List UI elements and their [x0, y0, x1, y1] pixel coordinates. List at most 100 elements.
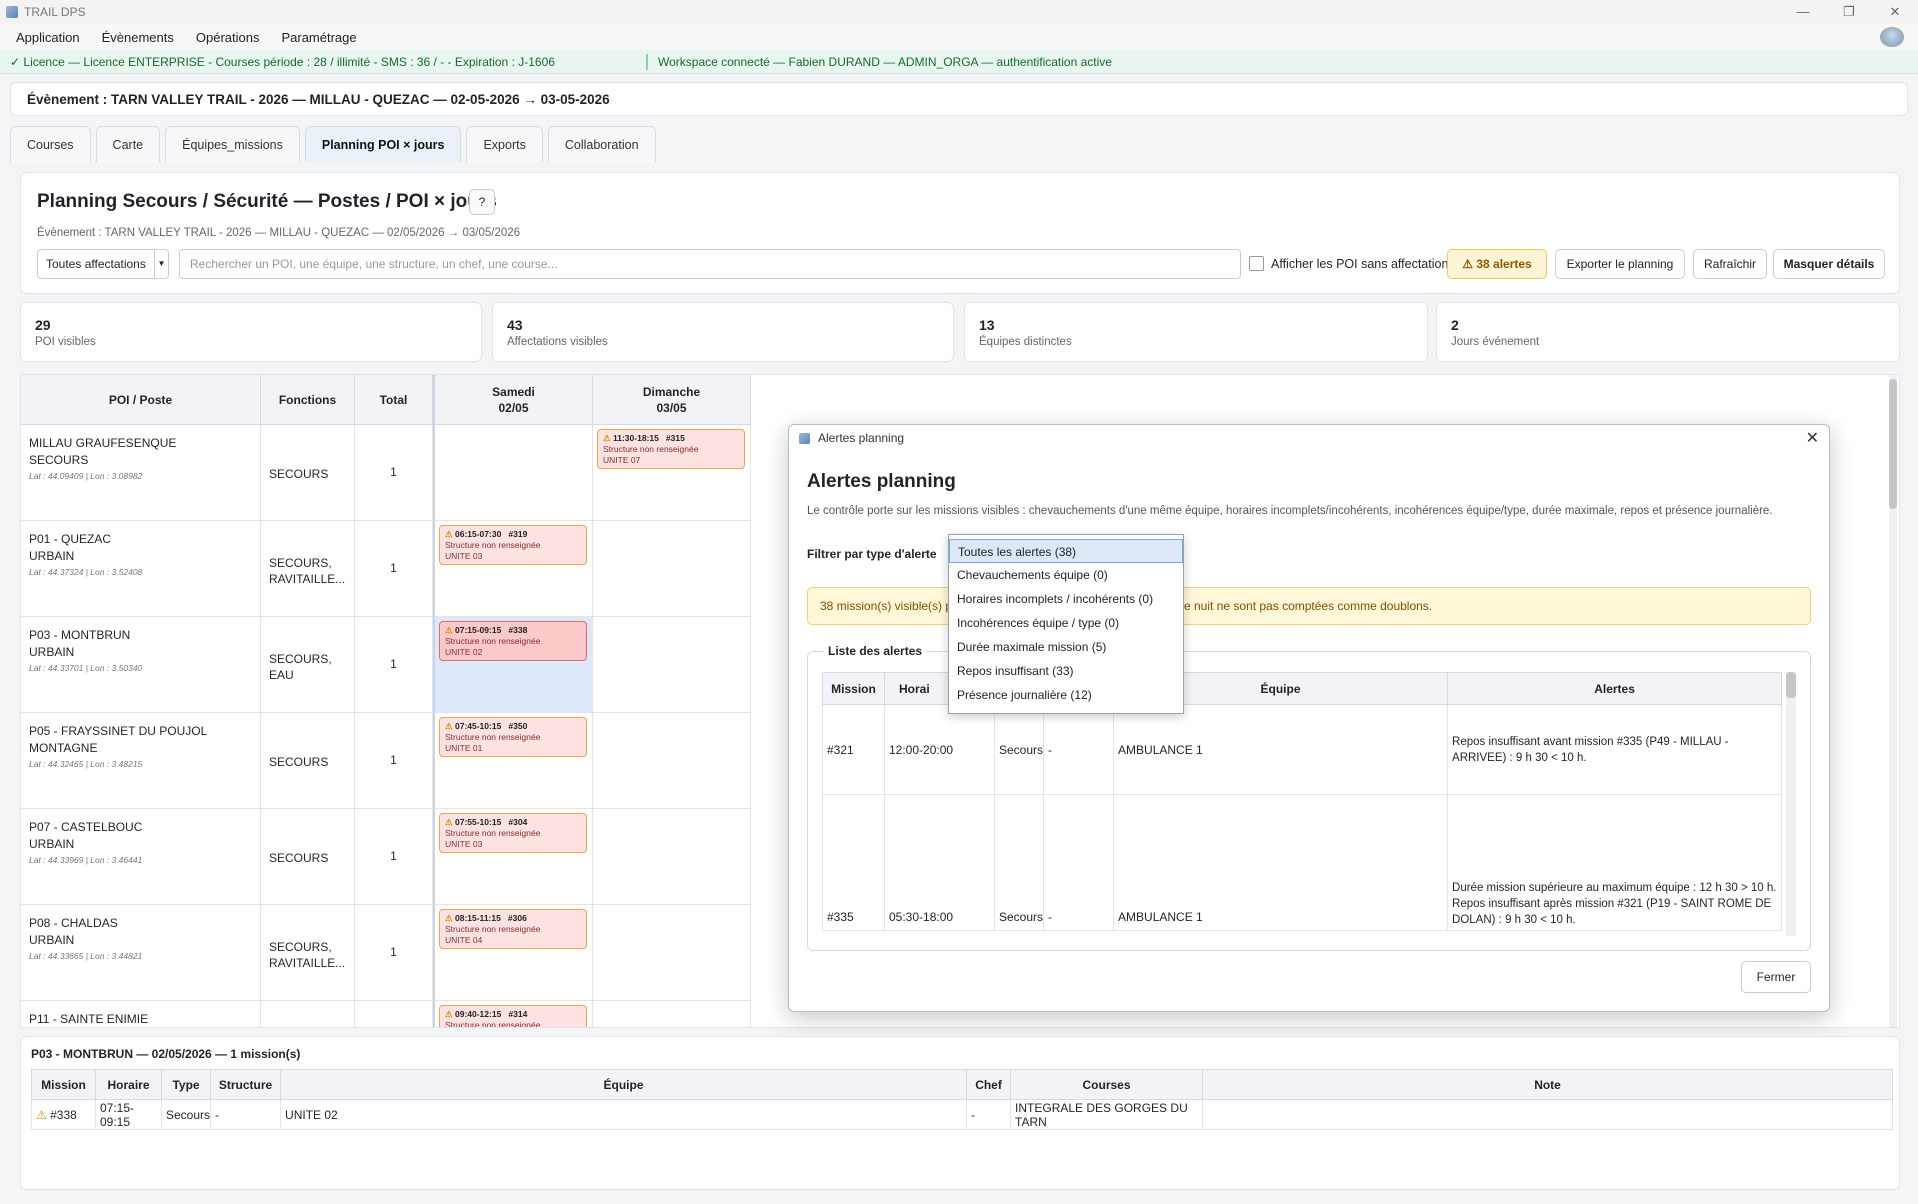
cell-poi[interactable]: P05 - FRAYSSINET DU POUJOL MONTAGNE Lat :…: [21, 713, 261, 809]
cell-fonctions[interactable]: SECOURS: [261, 713, 355, 809]
menu-application[interactable]: Application: [8, 30, 88, 45]
cell-day1[interactable]: ⚠ 06:15-07:30 #319 Structure non renseign…: [435, 521, 593, 617]
cell-fonctions[interactable]: SECOURS: [261, 425, 355, 521]
cell-total[interactable]: 1: [355, 425, 433, 521]
mission-card[interactable]: ⚠ 11:30-18:15 #315 Structure non renseign…: [597, 429, 745, 469]
cell-total[interactable]: 1: [355, 905, 433, 1001]
table-row[interactable]: P07 - CASTELBOUC URBAIN Lat : 44.33969 | …: [21, 809, 751, 905]
affectation-filter-select[interactable]: Toutes affectations ▼: [37, 249, 169, 279]
cell-day1[interactable]: [435, 425, 593, 521]
table-row[interactable]: MILLAU GRAUFESENQUE SECOURS Lat : 44.0940…: [21, 425, 751, 521]
tab-equipes-missions[interactable]: Équipes_missions: [165, 126, 300, 162]
col-equipe[interactable]: Équipe: [280, 1069, 968, 1100]
cell-day2[interactable]: [593, 809, 751, 905]
alert-type-option[interactable]: Durée maximale mission (5): [949, 635, 1183, 659]
col-note[interactable]: Note: [1202, 1069, 1894, 1100]
export-planning-button[interactable]: Exporter le planning: [1555, 249, 1685, 279]
cell-day2[interactable]: [593, 905, 751, 1001]
col-courses[interactable]: Courses: [1010, 1069, 1204, 1100]
tab-collaboration[interactable]: Collaboration: [547, 126, 656, 162]
table-row[interactable]: ⚠ #338 07:15-09:15 Secours - UNITE 02 - …: [31, 1099, 1894, 1130]
cell-total[interactable]: [355, 1001, 433, 1027]
grid-scrollbar[interactable]: [1889, 375, 1897, 1027]
cell-day2[interactable]: [593, 617, 751, 713]
table-row[interactable]: P05 - FRAYSSINET DU POUJOL MONTAGNE Lat :…: [21, 713, 751, 809]
col-header-dimanche[interactable]: Dimanche 03/05: [593, 375, 751, 425]
alerts-scrollbar[interactable]: [1786, 672, 1796, 936]
help-button[interactable]: ?: [469, 189, 495, 215]
cell-poi[interactable]: P11 - SAINTE ENIMIE: [21, 1001, 261, 1027]
menu-operations[interactable]: Opérations: [188, 30, 268, 45]
cell-day1[interactable]: ⚠ 08:15-11:15 #306 Structure non renseign…: [435, 905, 593, 1001]
table-row[interactable]: #321 12:00-20:00 Secours - AMBULANCE 1 Repos …: [822, 704, 1783, 795]
col-horaire[interactable]: Horaire: [95, 1069, 162, 1100]
cell-total[interactable]: 1: [355, 617, 433, 713]
tab-carte[interactable]: Carte: [95, 126, 161, 162]
col-header-poi[interactable]: POI / Poste: [21, 375, 261, 425]
menu-evenements[interactable]: Évènements: [94, 30, 182, 45]
cell-poi[interactable]: P01 - QUEZAC URBAIN Lat : 44.37324 | Lon …: [21, 521, 261, 617]
mission-card[interactable]: ⚠ 08:15-11:15 #306 Structure non renseign…: [439, 909, 587, 949]
maximize-icon[interactable]: ❐: [1826, 0, 1872, 24]
cell-day1[interactable]: ⚠ 09:40-12:15 #314 Structure non renseign…: [435, 1001, 593, 1027]
cell-day1[interactable]: ⚠ 07:55-10:15 #304 Structure non renseign…: [435, 809, 593, 905]
mission-card[interactable]: ⚠ 07:15-09:15 #338 Structure non renseign…: [439, 621, 587, 661]
show-unassigned-checkbox[interactable]: [1249, 256, 1264, 271]
minimize-icon[interactable]: —: [1780, 0, 1826, 24]
col-header-samedi[interactable]: Samedi 02/05: [435, 375, 593, 425]
cell-total[interactable]: 1: [355, 713, 433, 809]
col-type[interactable]: Type: [160, 1069, 212, 1100]
show-unassigned-toggle[interactable]: Afficher les POI sans affectation: [1249, 256, 1448, 271]
cell-total[interactable]: 1: [355, 809, 433, 905]
close-icon[interactable]: ✕: [1872, 0, 1918, 24]
col-mission[interactable]: Mission: [822, 672, 885, 705]
cell-day2[interactable]: ⚠ 11:30-18:15 #315 Structure non renseign…: [593, 425, 751, 521]
cell-day2[interactable]: [593, 1001, 751, 1027]
alerts-scrollbar-thumb[interactable]: [1786, 672, 1796, 698]
cell-fonctions[interactable]: SECOURS, RAVITAILLE...: [261, 521, 355, 617]
hide-details-button[interactable]: Masquer détails: [1773, 249, 1885, 279]
table-row[interactable]: P03 - MONTBRUN URBAIN Lat : 44.33701 | Lo…: [21, 617, 751, 713]
grid-scrollbar-thumb[interactable]: [1889, 379, 1897, 509]
menu-parametrage[interactable]: Paramétrage: [273, 30, 364, 45]
tab-exports[interactable]: Exports: [466, 126, 543, 162]
cell-day1[interactable]: ⚠ 07:15-09:15 #338 Structure non renseign…: [435, 617, 593, 713]
col-structure[interactable]: Structure: [210, 1069, 282, 1100]
tab-courses[interactable]: Courses: [10, 126, 91, 162]
alerts-button[interactable]: ⚠ 38 alertes: [1447, 249, 1547, 279]
cell-fonctions[interactable]: SECOURS, RAVITAILLE...: [261, 905, 355, 1001]
table-row[interactable]: P11 - SAINTE ENIMIE ⚠ 09:40-12:15 #314 Str…: [21, 1001, 751, 1027]
cell-poi[interactable]: P08 - CHALDAS URBAIN Lat : 44.33665 | Lon…: [21, 905, 261, 1001]
mission-card[interactable]: ⚠ 07:45-10:15 #350 Structure non renseign…: [439, 717, 587, 757]
col-alertes[interactable]: Alertes: [1447, 672, 1783, 705]
close-icon[interactable]: ✕: [1806, 428, 1819, 448]
refresh-button[interactable]: Rafraîchir: [1693, 249, 1767, 279]
cell-fonctions[interactable]: SECOURS: [261, 809, 355, 905]
mission-card[interactable]: ⚠ 07:55-10:15 #304 Structure non renseign…: [439, 813, 587, 853]
search-input[interactable]: [179, 249, 1241, 279]
mission-card[interactable]: ⚠ 09:40-12:15 #314 Structure non renseign…: [439, 1005, 587, 1027]
table-row[interactable]: #335 05:30-18:00 Secours - AMBULANCE 1 Durée …: [822, 794, 1783, 931]
alert-type-option[interactable]: Toutes les alertes (38): [949, 539, 1183, 563]
close-dialog-button[interactable]: Fermer: [1741, 961, 1811, 993]
alert-type-option[interactable]: Incohérences équipe / type (0): [949, 611, 1183, 635]
col-header-total[interactable]: Total: [355, 375, 433, 425]
col-mission[interactable]: Mission: [31, 1069, 96, 1100]
cell-total[interactable]: 1: [355, 521, 433, 617]
alert-type-option[interactable]: Chevauchements équipe (0): [949, 563, 1183, 587]
alert-type-option[interactable]: Repos insuffisant (33): [949, 659, 1183, 683]
cell-poi[interactable]: P03 - MONTBRUN URBAIN Lat : 44.33701 | Lo…: [21, 617, 261, 713]
col-header-fonctions[interactable]: Fonctions: [261, 375, 355, 425]
cell-day1[interactable]: ⚠ 07:45-10:15 #350 Structure non renseign…: [435, 713, 593, 809]
cell-fonctions[interactable]: [261, 1001, 355, 1027]
alert-type-option[interactable]: Horaires incomplets / incohérents (0): [949, 587, 1183, 611]
cell-fonctions[interactable]: SECOURS, EAU: [261, 617, 355, 713]
table-row[interactable]: P08 - CHALDAS URBAIN Lat : 44.33665 | Lon…: [21, 905, 751, 1001]
tab-planning[interactable]: Planning POI × jours: [304, 126, 462, 162]
cell-poi[interactable]: MILLAU GRAUFESENQUE SECOURS Lat : 44.0940…: [21, 425, 261, 521]
mission-card[interactable]: ⚠ 06:15-07:30 #319 Structure non renseign…: [439, 525, 587, 565]
table-row[interactable]: P01 - QUEZAC URBAIN Lat : 44.37324 | Lon …: [21, 521, 751, 617]
cell-day2[interactable]: [593, 521, 751, 617]
cell-day2[interactable]: [593, 713, 751, 809]
alert-type-option[interactable]: Présence journalière (12): [949, 683, 1183, 707]
